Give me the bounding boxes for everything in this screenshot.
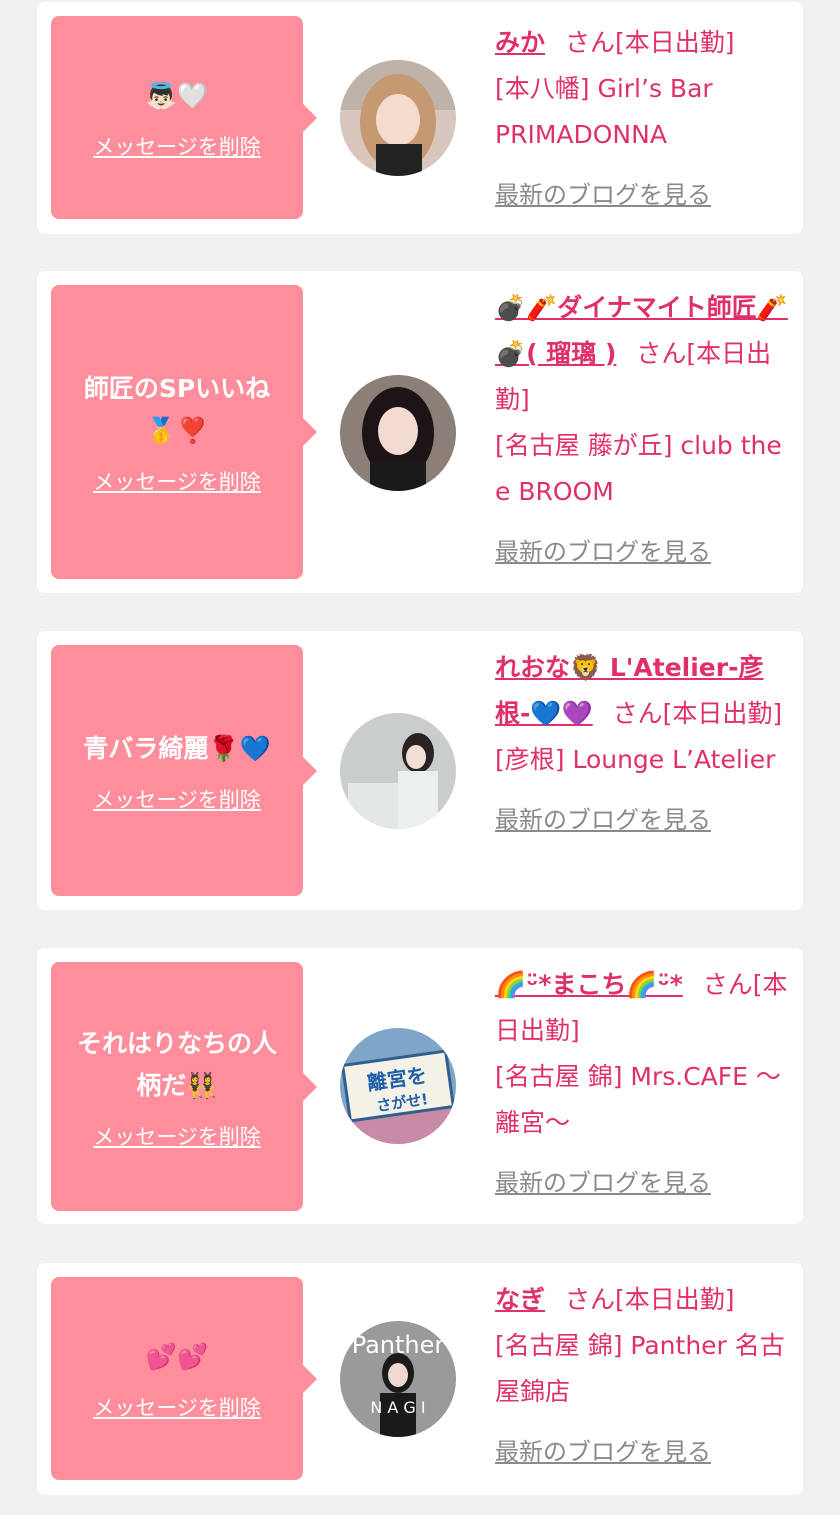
favorite-messages-list: 👼🏻🤍 メッセージを削除 みか さん[本日出勤] [本八幡] Girl’s Bar… xyxy=(0,0,840,1515)
message-text: それはりなちの人柄だ👯‍♀️ xyxy=(76,1028,277,1100)
delete-message-link[interactable]: メッセージを削除 xyxy=(93,1121,261,1151)
message-bubble: 💕💕 メッセージを削除 xyxy=(51,1277,317,1480)
entry-info: なぎ さん[本日出勤] [名古屋 錦] Panther 名古屋錦店 最新のブログを… xyxy=(495,1277,793,1475)
cast-name-link[interactable]: 🌈ᵕ̈*まこち🌈ᵕ̈* xyxy=(495,970,683,999)
shop-info: [名古屋 錦] Panther 名古屋錦店 xyxy=(495,1331,785,1406)
avatar[interactable] xyxy=(340,60,456,176)
cast-name-link[interactable]: みか xyxy=(495,28,545,57)
message-text: 師匠のSPいいね🥇❣️ xyxy=(83,374,271,445)
delete-message-link[interactable]: メッセージを削除 xyxy=(93,466,261,496)
avatar[interactable] xyxy=(340,375,456,491)
list-item: 💕💕 メッセージを削除 Panther N A G I なぎ さん[本日出勤] [… xyxy=(37,1263,803,1495)
shop-info: [名古屋 錦] Mrs.CAFE ～離宮～ xyxy=(495,1062,781,1137)
message-text: 💕💕 xyxy=(145,1341,209,1371)
avatar[interactable] xyxy=(340,713,456,829)
latest-blog-link[interactable]: 最新のブログを見る xyxy=(495,529,793,575)
cast-name-link[interactable]: なぎ xyxy=(495,1285,545,1314)
latest-blog-link[interactable]: 最新のブログを見る xyxy=(495,172,793,218)
message-bubble: 👼🏻🤍 メッセージを削除 xyxy=(51,16,317,219)
message-text: 青バラ綺麗🌹💙 xyxy=(83,733,271,763)
entry-info: 💣🧨ダイナマイト師匠🧨💣( 瑠璃 ) さん[本日出勤] [名古屋 藤が丘] clu… xyxy=(495,285,793,575)
work-status: さん[本日出勤] xyxy=(612,699,783,728)
latest-blog-link[interactable]: 最新のブログを見る xyxy=(495,1429,793,1475)
list-item: それはりなちの人柄だ👯‍♀️ メッセージを削除 離宮を さがせ! 🌈ᵕ̈*まこち… xyxy=(37,948,803,1224)
shop-info: [本八幡] Girl’s Bar PRIMADONNA xyxy=(495,74,713,149)
avatar[interactable]: Panther N A G I xyxy=(340,1321,456,1437)
latest-blog-link[interactable]: 最新のブログを見る xyxy=(495,797,793,843)
message-bubble: 青バラ綺麗🌹💙 メッセージを削除 xyxy=(51,645,317,896)
entry-info: みか さん[本日出勤] [本八幡] Girl’s Bar PRIMADONNA 最… xyxy=(495,20,793,218)
avatar-text: N A G I xyxy=(370,1398,425,1417)
message-bubble: 師匠のSPいいね🥇❣️ メッセージを削除 xyxy=(51,285,317,579)
shop-info: [名古屋 藤が丘] club the e BROOM xyxy=(495,431,782,506)
list-item: 青バラ綺麗🌹💙 メッセージを削除 れおな🦁 L'Atelier-彦根-💙💜 さん[… xyxy=(37,631,803,910)
list-item: 👼🏻🤍 メッセージを削除 みか さん[本日出勤] [本八幡] Girl’s Bar… xyxy=(37,2,803,234)
entry-info: れおな🦁 L'Atelier-彦根-💙💜 さん[本日出勤] [彦根] Lounge… xyxy=(495,645,793,843)
delete-message-link[interactable]: メッセージを削除 xyxy=(93,131,261,161)
work-status: さん[本日出勤] xyxy=(565,1285,735,1314)
latest-blog-link[interactable]: 最新のブログを見る xyxy=(495,1160,793,1206)
list-item: 師匠のSPいいね🥇❣️ メッセージを削除 💣🧨ダイナマイト師匠🧨💣( 瑠璃 ) さ… xyxy=(37,271,803,593)
entry-info: 🌈ᵕ̈*まこち🌈ᵕ̈* さん[本日出勤] [名古屋 錦] Mrs.CAFE ～離宮… xyxy=(495,962,793,1206)
work-status: さん[本日出勤] xyxy=(565,28,735,57)
message-text: 👼🏻🤍 xyxy=(145,80,209,110)
delete-message-link[interactable]: メッセージを削除 xyxy=(93,1392,261,1422)
delete-message-link[interactable]: メッセージを削除 xyxy=(93,784,261,814)
message-bubble: それはりなちの人柄だ👯‍♀️ メッセージを削除 xyxy=(51,962,317,1211)
shop-info: [彦根] Lounge L’Atelier xyxy=(495,745,776,774)
avatar[interactable]: 離宮を さがせ! xyxy=(340,1028,456,1144)
